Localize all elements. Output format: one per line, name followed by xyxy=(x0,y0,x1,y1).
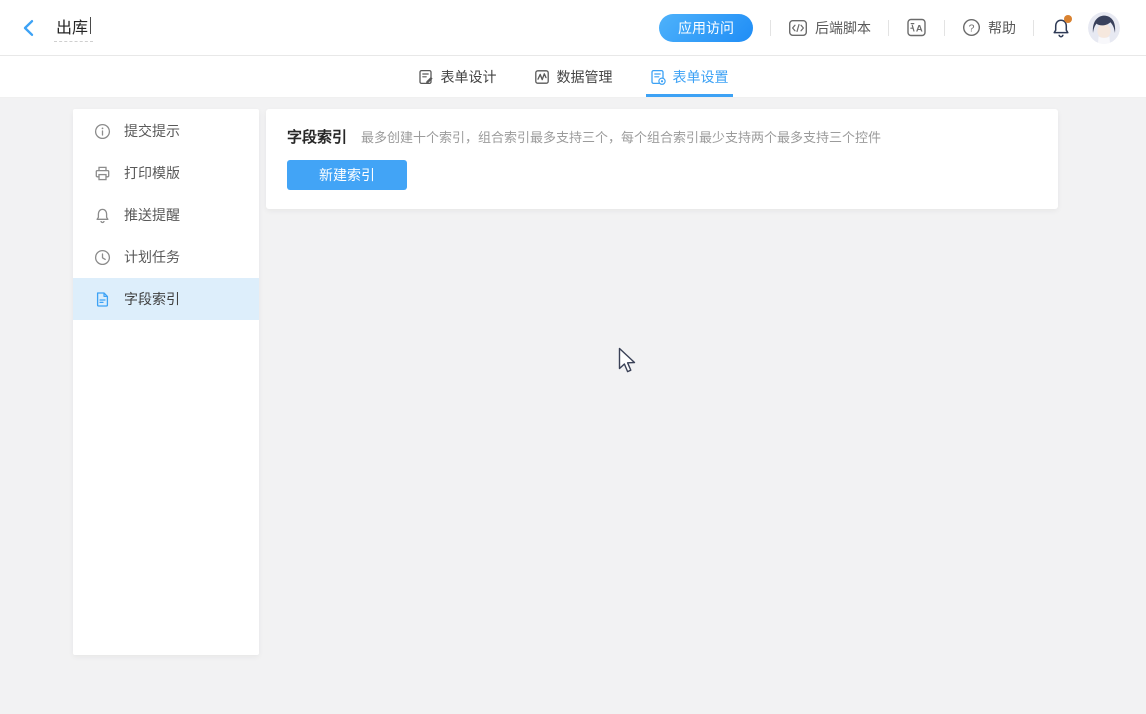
header-divider xyxy=(888,20,889,36)
text-caret xyxy=(90,17,91,34)
sidebar-item-field-index[interactable]: 字段索引 xyxy=(73,278,259,320)
app-title[interactable]: 出库 xyxy=(54,14,93,42)
data-management-icon xyxy=(534,69,550,85)
header-divider xyxy=(770,20,771,36)
svg-text:A: A xyxy=(916,23,923,34)
back-button[interactable] xyxy=(20,19,38,37)
tab-label: 表单设置 xyxy=(673,67,729,87)
info-icon xyxy=(94,123,111,140)
sidebar-item-submit-tips[interactable]: 提交提示 xyxy=(73,110,259,152)
header-divider xyxy=(944,20,945,36)
svg-text:?: ? xyxy=(969,22,975,34)
tab-form-design[interactable]: 表单设计 xyxy=(414,56,501,97)
user-avatar[interactable] xyxy=(1088,12,1120,44)
tab-label: 表单设计 xyxy=(441,67,497,87)
app-title-wrap: 出库 xyxy=(54,14,93,42)
settings-sidebar: 提交提示 打印模版 推送提醒 计划任务 字段索引 xyxy=(73,109,259,655)
header-actions: 应用访问 后端脚本 A ? 帮助 xyxy=(659,12,1120,44)
app-title-text: 出库 xyxy=(56,14,88,38)
clock-icon xyxy=(94,249,111,266)
app-access-button[interactable]: 应用访问 xyxy=(659,14,753,42)
help-button[interactable]: ? 帮助 xyxy=(962,18,1016,38)
field-index-card: 字段索引 最多创建十个索引，组合索引最多支持三个，每个组合索引最少支持两个最多支… xyxy=(266,109,1058,209)
backend-script-label: 后端脚本 xyxy=(815,18,871,38)
sidebar-item-print-template[interactable]: 打印模版 xyxy=(73,152,259,194)
sidebar-item-label: 打印模版 xyxy=(124,163,180,183)
sidebar-item-scheduled-tasks[interactable]: 计划任务 xyxy=(73,236,259,278)
notification-dot xyxy=(1064,15,1072,23)
chevron-left-icon xyxy=(20,19,38,37)
notification-bell-button[interactable] xyxy=(1051,17,1071,39)
card-header: 字段索引 最多创建十个索引，组合索引最多支持三个，每个组合索引最少支持两个最多支… xyxy=(287,126,1038,147)
sidebar-item-label: 计划任务 xyxy=(124,247,180,267)
sidebar-item-label: 推送提醒 xyxy=(124,205,180,225)
new-index-button[interactable]: 新建索引 xyxy=(287,160,407,190)
file-icon xyxy=(94,291,111,308)
help-label: 帮助 xyxy=(988,18,1016,38)
bell-icon xyxy=(94,207,111,224)
top-header: 出库 应用访问 后端脚本 A ? 帮助 xyxy=(0,0,1146,56)
form-design-icon xyxy=(418,69,434,85)
sidebar-item-push-reminder[interactable]: 推送提醒 xyxy=(73,194,259,236)
main-area: 提交提示 打印模版 推送提醒 计划任务 字段索引 xyxy=(0,98,1146,714)
form-tabbar: 表单设计 数据管理 表单设置 xyxy=(0,56,1146,98)
language-icon: A xyxy=(906,17,927,38)
sidebar-item-label: 字段索引 xyxy=(124,289,180,309)
language-button[interactable]: A xyxy=(906,17,927,38)
header-divider xyxy=(1033,20,1034,36)
code-icon xyxy=(788,18,808,38)
backend-script-button[interactable]: 后端脚本 xyxy=(788,18,871,38)
printer-icon xyxy=(94,165,111,182)
card-description: 最多创建十个索引，组合索引最多支持三个，每个组合索引最少支持两个最多支持三个控件 xyxy=(361,127,881,146)
question-circle-icon: ? xyxy=(962,18,981,37)
card-title: 字段索引 xyxy=(287,126,347,147)
form-settings-icon xyxy=(650,69,666,85)
tab-label: 数据管理 xyxy=(557,67,613,87)
tab-data-management[interactable]: 数据管理 xyxy=(530,56,617,97)
tab-form-settings[interactable]: 表单设置 xyxy=(646,56,733,97)
sidebar-item-label: 提交提示 xyxy=(124,121,180,141)
